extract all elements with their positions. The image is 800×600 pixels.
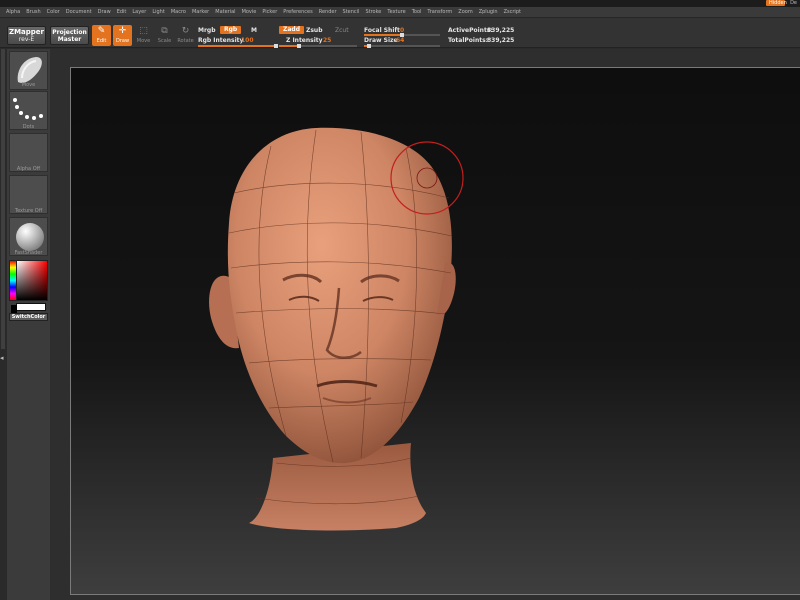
menu-marker[interactable]: Marker	[192, 9, 209, 15]
menu-color[interactable]: Color	[47, 9, 60, 15]
mrgb-button[interactable]: Mrgb	[198, 27, 216, 34]
rgb-intensity-label: Rgb Intensity	[198, 37, 244, 44]
draw-size-value[interactable]: 64	[396, 37, 404, 44]
zsub-button[interactable]: Zsub	[306, 27, 323, 34]
rotate-button[interactable]: ↻ Rotate	[176, 25, 195, 46]
zmapper-label: ZMapper	[9, 28, 44, 36]
tray-collapse-arrow-icon[interactable]: ◂	[0, 354, 4, 362]
default-button[interactable]: De	[787, 0, 800, 6]
scale-label: Scale	[157, 38, 172, 44]
m-button[interactable]: M	[251, 27, 257, 34]
menu-document[interactable]: Document	[66, 9, 92, 15]
zcut-button[interactable]: Zcut	[335, 27, 349, 34]
draw-label: Draw	[115, 38, 130, 44]
canvas-area	[50, 49, 800, 600]
zmapper-button[interactable]: ZMapper rev-E	[7, 26, 46, 45]
master-label: Master	[57, 36, 82, 43]
menu-zoom[interactable]: Zoom	[458, 9, 472, 15]
menu-preferences[interactable]: Preferences	[283, 9, 312, 15]
focal-shift-label: Focal Shift	[364, 27, 400, 34]
edit-pencil-icon: ✎	[97, 26, 106, 36]
total-points-value: 839,225	[487, 37, 515, 44]
texture-slot-label: Texture Off	[14, 208, 43, 214]
stroke-slot-label: Dots	[22, 124, 35, 130]
menu-stencil[interactable]: Stencil	[343, 9, 360, 15]
material-slot-label: FastShader	[14, 250, 43, 256]
hue-strip[interactable]	[10, 261, 16, 300]
menu-tool[interactable]: Tool	[412, 9, 422, 15]
saturation-value-square[interactable]	[17, 261, 47, 300]
menu-zscript[interactable]: Zscript	[504, 9, 521, 15]
menu-zplugin[interactable]: Zplugin	[479, 9, 498, 15]
top-toolbar: ZMapper rev-E Projection Master ✎ Edit ✛…	[0, 18, 800, 48]
color-picker[interactable]	[9, 260, 48, 301]
menu-material[interactable]: Material	[215, 9, 235, 15]
total-points-label: TotalPoints:	[448, 37, 489, 44]
left-shelf: Move Dots Alpha Off Texture Off FastShad…	[7, 49, 50, 600]
menu-layer[interactable]: Layer	[132, 9, 146, 15]
edit-label: Edit	[96, 38, 107, 44]
title-bar: Hidden De	[0, 0, 800, 7]
scale-icon: ⧉	[161, 26, 168, 36]
projection-master-button[interactable]: Projection Master	[50, 26, 89, 45]
move-button[interactable]: ⬚ Move	[134, 25, 153, 46]
zmapper-sublabel: rev-E	[18, 36, 35, 43]
menu-stroke[interactable]: Stroke	[365, 9, 381, 15]
rgb-intensity-slider[interactable]	[198, 44, 278, 48]
alpha-slot-label: Alpha Off	[16, 166, 41, 172]
menu-transform[interactable]: Transform	[427, 9, 452, 15]
menu-brush[interactable]: Brush	[26, 9, 40, 15]
rgb-intensity-value[interactable]: 100	[241, 37, 254, 44]
z-intensity-label: Z Intensity	[286, 37, 323, 44]
hide-button[interactable]: Hidden	[766, 0, 787, 6]
zadd-button[interactable]: Zadd	[279, 26, 304, 34]
menu-edit[interactable]: Edit	[117, 9, 127, 15]
scale-button[interactable]: ⧉ Scale	[155, 25, 174, 46]
z-intensity-value[interactable]: 25	[323, 37, 331, 44]
menu-bar: Alpha Brush Color Document Draw Edit Lay…	[0, 7, 800, 18]
draw-crosshair-icon: ✛	[118, 26, 127, 36]
document-canvas[interactable]	[70, 67, 800, 595]
projection-label: Projection	[52, 29, 87, 36]
move-icon: ⬚	[139, 26, 148, 36]
main-color-swatch[interactable]	[16, 303, 46, 311]
menu-draw[interactable]: Draw	[98, 9, 111, 15]
draw-button[interactable]: ✛ Draw	[113, 25, 132, 46]
rotate-label: Rotate	[177, 38, 194, 44]
menu-picker[interactable]: Picker	[262, 9, 277, 15]
z-intensity-slider[interactable]	[279, 44, 357, 48]
left-tray-scrollbar[interactable]	[1, 49, 5, 349]
menu-alpha[interactable]: Alpha	[6, 9, 20, 15]
menu-texture[interactable]: Texture	[387, 9, 405, 15]
brush-cursor-ring	[390, 141, 464, 215]
menu-movie[interactable]: Movie	[242, 9, 257, 15]
menu-light[interactable]: Light	[152, 9, 164, 15]
brush-slot-label: Move	[21, 82, 36, 88]
rgb-button[interactable]: Rgb	[220, 26, 242, 34]
switch-color-button[interactable]: SwitchColor	[9, 313, 48, 321]
edit-button[interactable]: ✎ Edit	[92, 25, 111, 46]
draw-size-label: Draw Size	[364, 37, 398, 44]
move-label: Move	[136, 38, 151, 44]
focal-shift-slider[interactable]	[364, 33, 440, 37]
secondary-color-swatch[interactable]	[11, 305, 17, 313]
menu-render[interactable]: Render	[319, 9, 337, 15]
draw-size-slider[interactable]	[364, 44, 440, 48]
left-tray: ◂	[0, 49, 7, 600]
active-points-value: 839,225	[487, 27, 515, 34]
menu-macro[interactable]: Macro	[171, 9, 186, 15]
rotate-icon: ↻	[181, 26, 190, 36]
material-sphere-icon	[16, 223, 44, 251]
